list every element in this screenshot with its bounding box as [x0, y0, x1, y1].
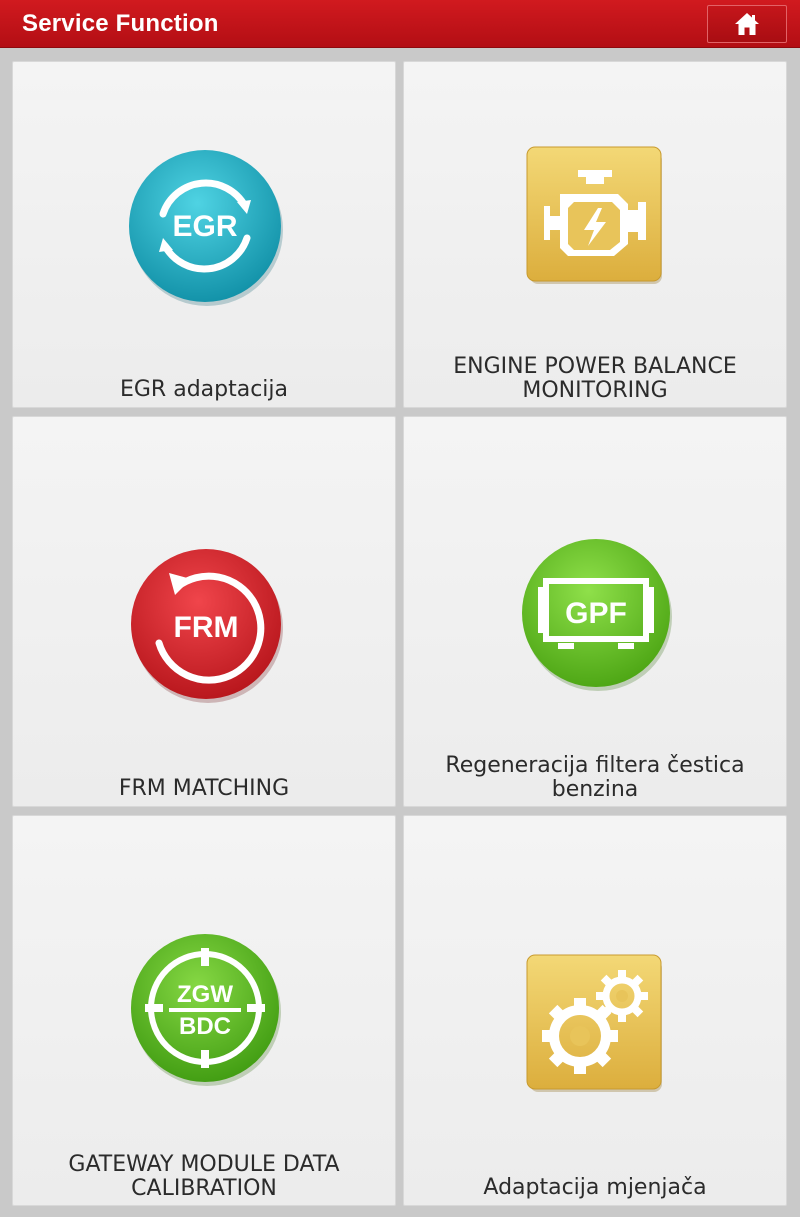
zgw-icon-text: ZGW: [177, 981, 233, 1008]
bdc-icon-text: BDC: [179, 1013, 231, 1040]
tile-engine-power-balance[interactable]: ENGINE POWER BALANCE MONITORING: [403, 61, 787, 408]
tile-label: EGR adaptacija: [119, 377, 289, 402]
tile-label: ENGINE POWER BALANCE MONITORING: [453, 354, 737, 403]
tile-frm-matching[interactable]: FRM FRM MATCHING: [12, 416, 396, 807]
frm-icon: FRM: [131, 549, 283, 703]
tile-label: GATEWAY MODULE DATA CALIBRATION: [68, 1152, 340, 1201]
gpf-icon-text: GPF: [565, 597, 627, 630]
egr-icon: EGR: [129, 150, 283, 306]
frm-icon-text: FRM: [174, 611, 239, 644]
tile-label: Regeneracija filtera čestica benzina: [445, 753, 745, 802]
tile-label: FRM MATCHING: [118, 776, 290, 801]
tile-label: Adaptacija mjenjača: [483, 1175, 707, 1200]
title-bar: Service Function: [0, 0, 800, 48]
page-title: Service Function: [22, 10, 219, 37]
gears-icon: [526, 954, 662, 1092]
tile-transmission-adaptation[interactable]: Adaptacija mjenjača: [403, 815, 787, 1206]
tile-gateway-module-calibration[interactable]: ZGW BDC GATEWAY MODULE DATA CALIBRATION: [12, 815, 396, 1206]
tile-egr-adaptation[interactable]: EGR EGR adaptacija: [12, 61, 396, 408]
egr-icon-text: EGR: [172, 210, 237, 243]
engine-icon: [526, 146, 662, 284]
home-icon: [735, 13, 759, 35]
zgw-bdc-icon: ZGW BDC: [131, 934, 281, 1086]
gpf-icon: GPF: [522, 539, 672, 691]
tile-gpf-regeneration[interactable]: GPF Regeneracija filtera čestica benzina: [403, 416, 787, 807]
home-button[interactable]: [707, 5, 787, 43]
